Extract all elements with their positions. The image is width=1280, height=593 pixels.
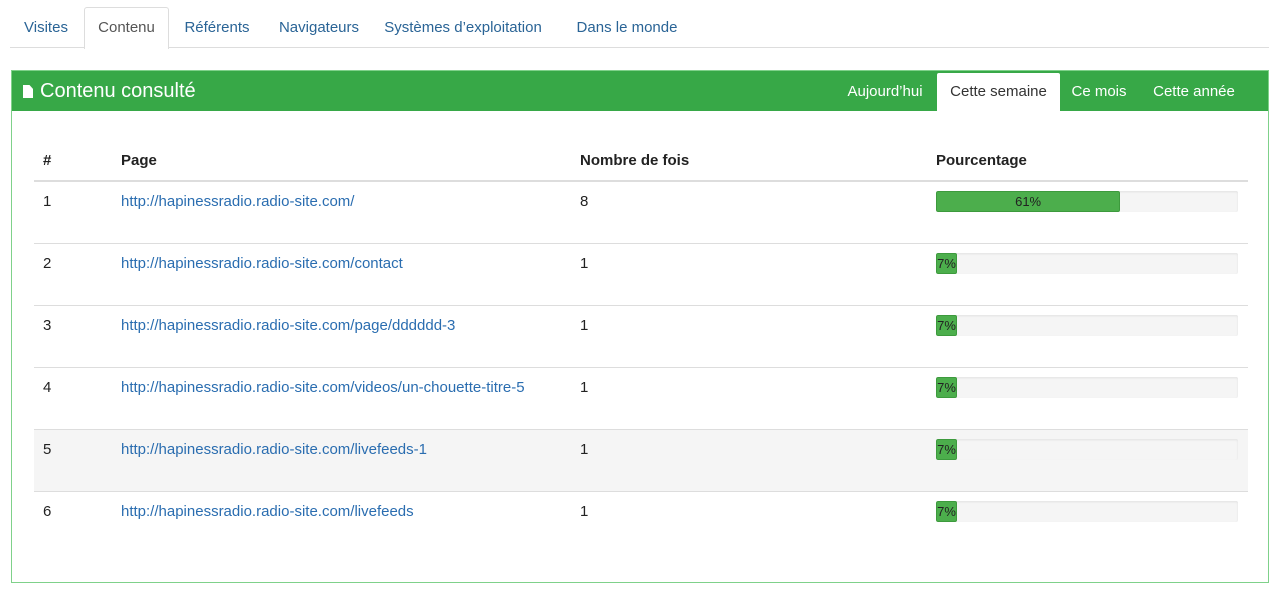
page-link[interactable]: http://hapinessradio.radio-site.com/live…: [121, 492, 414, 532]
percent-label: 7%: [937, 504, 956, 519]
column-header-page: Page: [121, 152, 157, 169]
row-rank: 6: [43, 503, 52, 520]
table-row: 1 http://hapinessradio.radio-site.com/ 8…: [34, 181, 1248, 243]
percent-label: 7%: [937, 256, 956, 271]
row-rank: 3: [43, 317, 52, 334]
percent-bar: 61%: [936, 191, 1238, 212]
table-row: 2 http://hapinessradio.radio-site.com/co…: [34, 243, 1248, 305]
tab-navigateurs[interactable]: Navigateurs: [266, 7, 372, 48]
page-link[interactable]: http://hapinessradio.radio-site.com/page…: [121, 306, 455, 346]
top-tab-bar: Visites Contenu Référents Navigateurs Sy…: [10, 7, 1269, 49]
page-link[interactable]: http://hapinessradio.radio-site.com/: [121, 182, 354, 222]
percent-label: 7%: [937, 380, 956, 395]
percent-bar: 7%: [936, 377, 1238, 398]
row-count: 1: [580, 379, 589, 396]
tab-visites[interactable]: Visites: [10, 7, 82, 48]
row-count: 1: [580, 317, 589, 334]
page-link[interactable]: http://hapinessradio.radio-site.com/cont…: [121, 244, 403, 284]
period-tab-aujourdhui[interactable]: Aujourd’hui: [838, 71, 932, 111]
column-header-rank: #: [43, 152, 52, 169]
row-count: 8: [580, 193, 589, 210]
period-tab-ce-mois[interactable]: Ce mois: [1064, 71, 1134, 111]
row-rank: 1: [43, 193, 52, 210]
panel-title-text: Contenu consulté: [40, 80, 196, 102]
document-icon: [23, 85, 33, 98]
row-rank: 5: [43, 441, 52, 458]
row-rank: 2: [43, 255, 52, 272]
page-link[interactable]: http://hapinessradio.radio-site.com/live…: [121, 430, 427, 470]
tab-systemes-exploitation[interactable]: Systèmes d’exploitation: [376, 7, 550, 48]
tab-dans-le-monde[interactable]: Dans le monde: [564, 7, 690, 48]
percent-bar: 7%: [936, 501, 1238, 522]
panel-header: Contenu consulté Aujourd’hui Cette semai…: [12, 71, 1268, 111]
percent-bar: 7%: [936, 439, 1238, 460]
page-link[interactable]: http://hapinessradio.radio-site.com/vide…: [121, 368, 525, 408]
column-header-percent: Pourcentage: [936, 152, 1027, 169]
percent-label: 7%: [937, 318, 956, 333]
row-count: 1: [580, 503, 589, 520]
table-row: 4 http://hapinessradio.radio-site.com/vi…: [34, 367, 1248, 429]
percent-bar: 7%: [936, 253, 1238, 274]
content-panel: Contenu consulté Aujourd’hui Cette semai…: [11, 70, 1269, 583]
table-row: 6 http://hapinessradio.radio-site.com/li…: [34, 491, 1248, 553]
percent-label: 7%: [937, 442, 956, 457]
row-count: 1: [580, 441, 589, 458]
tab-referents[interactable]: Référents: [172, 7, 262, 48]
period-tab-cette-annee[interactable]: Cette année: [1142, 71, 1246, 111]
period-tab-cette-semaine[interactable]: Cette semaine: [937, 73, 1060, 111]
table-row: 5 http://hapinessradio.radio-site.com/li…: [34, 429, 1248, 491]
panel-title: Contenu consulté: [23, 71, 196, 111]
row-rank: 4: [43, 379, 52, 396]
table-row: 3 http://hapinessradio.radio-site.com/pa…: [34, 305, 1248, 367]
column-header-count: Nombre de fois: [580, 152, 690, 169]
percent-bar: 7%: [936, 315, 1238, 336]
percent-label: 61%: [1015, 194, 1042, 209]
tab-contenu[interactable]: Contenu: [84, 7, 169, 49]
row-count: 1: [580, 255, 589, 272]
